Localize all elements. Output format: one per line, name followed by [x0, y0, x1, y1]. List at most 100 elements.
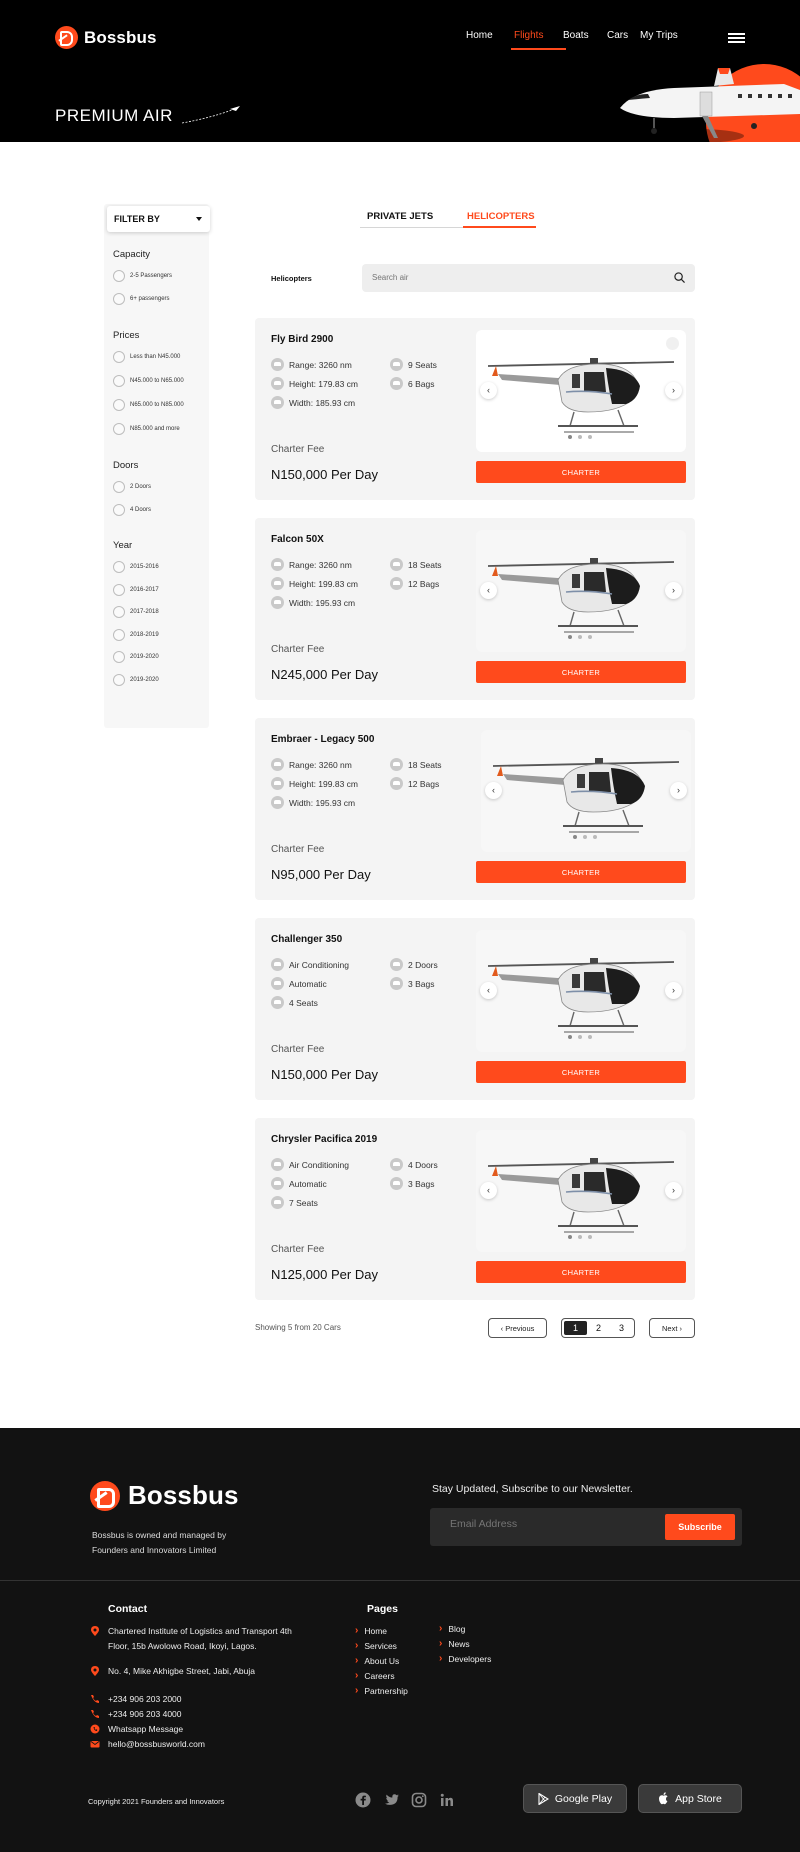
footer-link-home[interactable]: › Home — [355, 1625, 387, 1636]
charter-button[interactable]: CHARTER — [476, 1261, 686, 1283]
chevron-right-icon[interactable]: › — [665, 382, 682, 399]
page-number[interactable]: 3 — [610, 1321, 633, 1335]
carousel-dot[interactable] — [588, 635, 592, 639]
carousel-dot[interactable] — [578, 1035, 582, 1039]
brand-name: Bossbus — [84, 27, 157, 47]
radio-icon[interactable] — [113, 293, 125, 305]
filter-option[interactable]: N85.000 and more — [113, 423, 180, 435]
chevron-left-icon[interactable]: ‹ — [485, 782, 502, 799]
feature-icon — [271, 1196, 284, 1209]
filter-option[interactable]: 2017-2018 — [113, 606, 159, 618]
radio-icon[interactable] — [113, 504, 125, 516]
filter-option[interactable]: 2018-2019 — [113, 629, 159, 641]
subscribe-button[interactable]: Subscribe — [665, 1514, 735, 1540]
radio-icon[interactable] — [113, 561, 125, 573]
carousel-dot[interactable] — [578, 1235, 582, 1239]
nav-cars[interactable]: Cars — [607, 30, 640, 41]
footer-link-services[interactable]: › Services — [355, 1640, 397, 1651]
footer-link-developers[interactable]: › Developers — [439, 1653, 491, 1664]
radio-icon[interactable] — [113, 584, 125, 596]
facebook-icon[interactable] — [355, 1792, 371, 1808]
listing-feature: Width: 195.93 cm — [271, 796, 355, 809]
carousel-dot[interactable] — [573, 835, 577, 839]
app-store-button[interactable]: App Store — [638, 1784, 742, 1813]
filter-option[interactable]: 2016-2017 — [113, 584, 159, 596]
chevron-right-icon[interactable]: › — [665, 982, 682, 999]
carousel-dot[interactable] — [578, 435, 582, 439]
filter-option[interactable]: N45.000 to N65.000 — [113, 375, 184, 387]
search-icon[interactable] — [674, 272, 685, 283]
radio-icon[interactable] — [113, 629, 125, 641]
charter-button[interactable]: CHARTER — [476, 861, 686, 883]
filter-dropdown[interactable]: FILTER BY — [107, 206, 210, 232]
radio-icon[interactable] — [113, 270, 125, 282]
filter-option[interactable]: 6+ passengers — [113, 293, 170, 305]
tab-private-jets[interactable]: PRIVATE JETS — [367, 211, 433, 222]
twitter-icon[interactable] — [384, 1792, 400, 1808]
radio-icon[interactable] — [113, 375, 125, 387]
chevron-right-icon[interactable]: › — [670, 782, 687, 799]
search-input[interactable] — [372, 273, 652, 282]
chevron-right-icon[interactable]: › — [665, 582, 682, 599]
linkedin-icon[interactable] — [439, 1792, 455, 1808]
chevron-left-icon[interactable]: ‹ — [480, 1182, 497, 1199]
filter-option[interactable]: 2 Doors — [113, 481, 151, 493]
previous-page-button[interactable]: ‹ Previous — [488, 1318, 547, 1338]
radio-icon[interactable] — [113, 351, 125, 363]
carousel-dot[interactable] — [568, 635, 572, 639]
carousel-dot[interactable] — [568, 1235, 572, 1239]
filter-option[interactable]: Less than N45.000 — [113, 351, 180, 363]
camera-icon[interactable] — [666, 337, 679, 350]
nav-boats[interactable]: Boats — [563, 30, 607, 41]
radio-icon[interactable] — [113, 651, 125, 663]
next-page-button[interactable]: Next › — [649, 1318, 695, 1338]
filter-option[interactable]: 2019-2020 — [113, 674, 159, 686]
charter-button[interactable]: CHARTER — [476, 661, 686, 683]
chevron-left-icon[interactable]: ‹ — [480, 582, 497, 599]
footer-link-blog[interactable]: › Blog — [439, 1623, 465, 1634]
footer-link-careers[interactable]: › Careers — [355, 1670, 395, 1681]
instagram-icon[interactable] — [411, 1792, 427, 1808]
hamburger-menu-icon[interactable] — [728, 33, 745, 43]
page-number[interactable]: 2 — [587, 1321, 610, 1335]
filter-option[interactable]: 2-5 Passengers — [113, 270, 172, 282]
carousel-dot[interactable] — [588, 1035, 592, 1039]
radio-icon[interactable] — [113, 423, 125, 435]
footer-link-news[interactable]: › News — [439, 1638, 470, 1649]
charter-button[interactable]: CHARTER — [476, 461, 686, 483]
carousel-dot[interactable] — [568, 435, 572, 439]
charter-button[interactable]: CHARTER — [476, 1061, 686, 1083]
radio-icon[interactable] — [113, 606, 125, 618]
logo[interactable]: Bossbus — [55, 26, 157, 49]
contact-phone-1[interactable]: +234 906 203 2000 — [90, 1692, 182, 1707]
carousel-dot[interactable] — [568, 1035, 572, 1039]
filter-option[interactable]: 4 Doors — [113, 504, 151, 516]
nav-flights[interactable]: Flights — [511, 30, 566, 50]
carousel-dot[interactable] — [583, 835, 587, 839]
carousel-dot[interactable] — [588, 435, 592, 439]
filter-option[interactable]: N65.000 to N85.000 — [113, 399, 184, 411]
nav-my-trips[interactable]: My Trips — [640, 30, 690, 41]
nav-home[interactable]: Home — [466, 30, 514, 41]
contact-email[interactable]: hello@bossbusworld.com — [90, 1737, 205, 1752]
filter-option[interactable]: 2015-2016 — [113, 561, 159, 573]
chevron-left-icon[interactable]: ‹ — [480, 982, 497, 999]
footer-logo[interactable]: Bossbus — [90, 1480, 239, 1511]
radio-icon[interactable] — [113, 481, 125, 493]
chevron-left-icon[interactable]: ‹ — [480, 382, 497, 399]
page-number[interactable]: 1 — [564, 1321, 587, 1335]
chevron-right-icon[interactable]: › — [665, 1182, 682, 1199]
radio-icon[interactable] — [113, 674, 125, 686]
carousel-dot[interactable] — [578, 635, 582, 639]
contact-phone-2[interactable]: +234 906 203 4000 — [90, 1707, 182, 1722]
filter-option[interactable]: 2019-2020 — [113, 651, 159, 663]
footer-link-about-us[interactable]: › About Us — [355, 1655, 399, 1666]
contact-whatsapp[interactable]: Whatsapp Message — [90, 1722, 183, 1737]
tab-helicopters[interactable]: HELICOPTERS — [467, 211, 535, 222]
carousel-dot[interactable] — [588, 1235, 592, 1239]
footer-link-partnership[interactable]: › Partnership — [355, 1685, 408, 1696]
email-input[interactable] — [450, 1518, 630, 1530]
radio-icon[interactable] — [113, 399, 125, 411]
google-play-button[interactable]: Google Play — [523, 1784, 627, 1813]
carousel-dot[interactable] — [593, 835, 597, 839]
